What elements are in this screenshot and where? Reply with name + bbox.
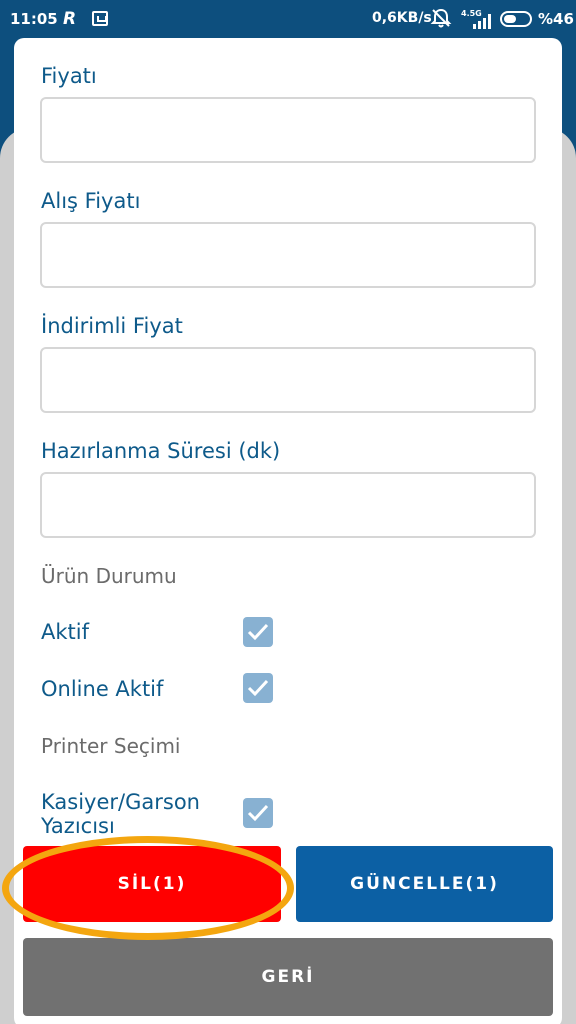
app-r-icon: R	[63, 9, 77, 29]
purchase-price-label: Alış Fiyatı	[41, 189, 141, 213]
update-button[interactable]: GÜNCELLE(1)	[296, 846, 553, 922]
signal-type: 4.5G	[461, 9, 482, 18]
signal-icon: 4.5G	[461, 9, 491, 29]
battery-icon	[500, 11, 532, 27]
checkmark-icon	[247, 623, 269, 641]
prep-time-label: Hazırlanma Süresi (dk)	[41, 439, 281, 463]
prep-time-input[interactable]	[40, 472, 536, 538]
cashier-waiter-printer-label: Kasiyer/Garson Yazıcısı	[41, 790, 200, 836]
checkmark-icon	[247, 679, 269, 697]
back-button[interactable]: GERİ	[23, 938, 553, 1016]
active-label: Aktif	[41, 620, 89, 644]
online-active-label: Online Aktif	[41, 677, 164, 701]
muted-bell-icon	[430, 8, 452, 28]
active-checkbox[interactable]	[243, 617, 273, 647]
discount-price-input[interactable]	[40, 347, 536, 413]
purchase-price-input[interactable]	[40, 222, 536, 288]
online-active-checkbox[interactable]	[243, 673, 273, 703]
price-input[interactable]	[40, 97, 536, 163]
clock: 11:05	[10, 10, 58, 28]
cashier-waiter-printer-checkbox[interactable]	[243, 798, 273, 828]
delete-button[interactable]: SİL(1)	[23, 846, 281, 922]
price-label: Fiyatı	[41, 64, 97, 88]
checkmark-icon	[247, 804, 269, 822]
product-status-title: Ürün Durumu	[41, 564, 177, 588]
discount-price-label: İndirimli Fiyat	[41, 314, 183, 338]
screen: 11:05 R 0,6KB/s 4.5G %46 Fiyatı Alış Fiy…	[0, 0, 576, 1024]
network-speed: 0,6KB/s	[372, 10, 432, 26]
battery-percent: %46	[538, 10, 574, 28]
printer-title: Printer Seçimi	[41, 734, 181, 758]
store-icon	[92, 11, 108, 26]
status-bar: 11:05 R 0,6KB/s 4.5G %46	[0, 0, 576, 38]
